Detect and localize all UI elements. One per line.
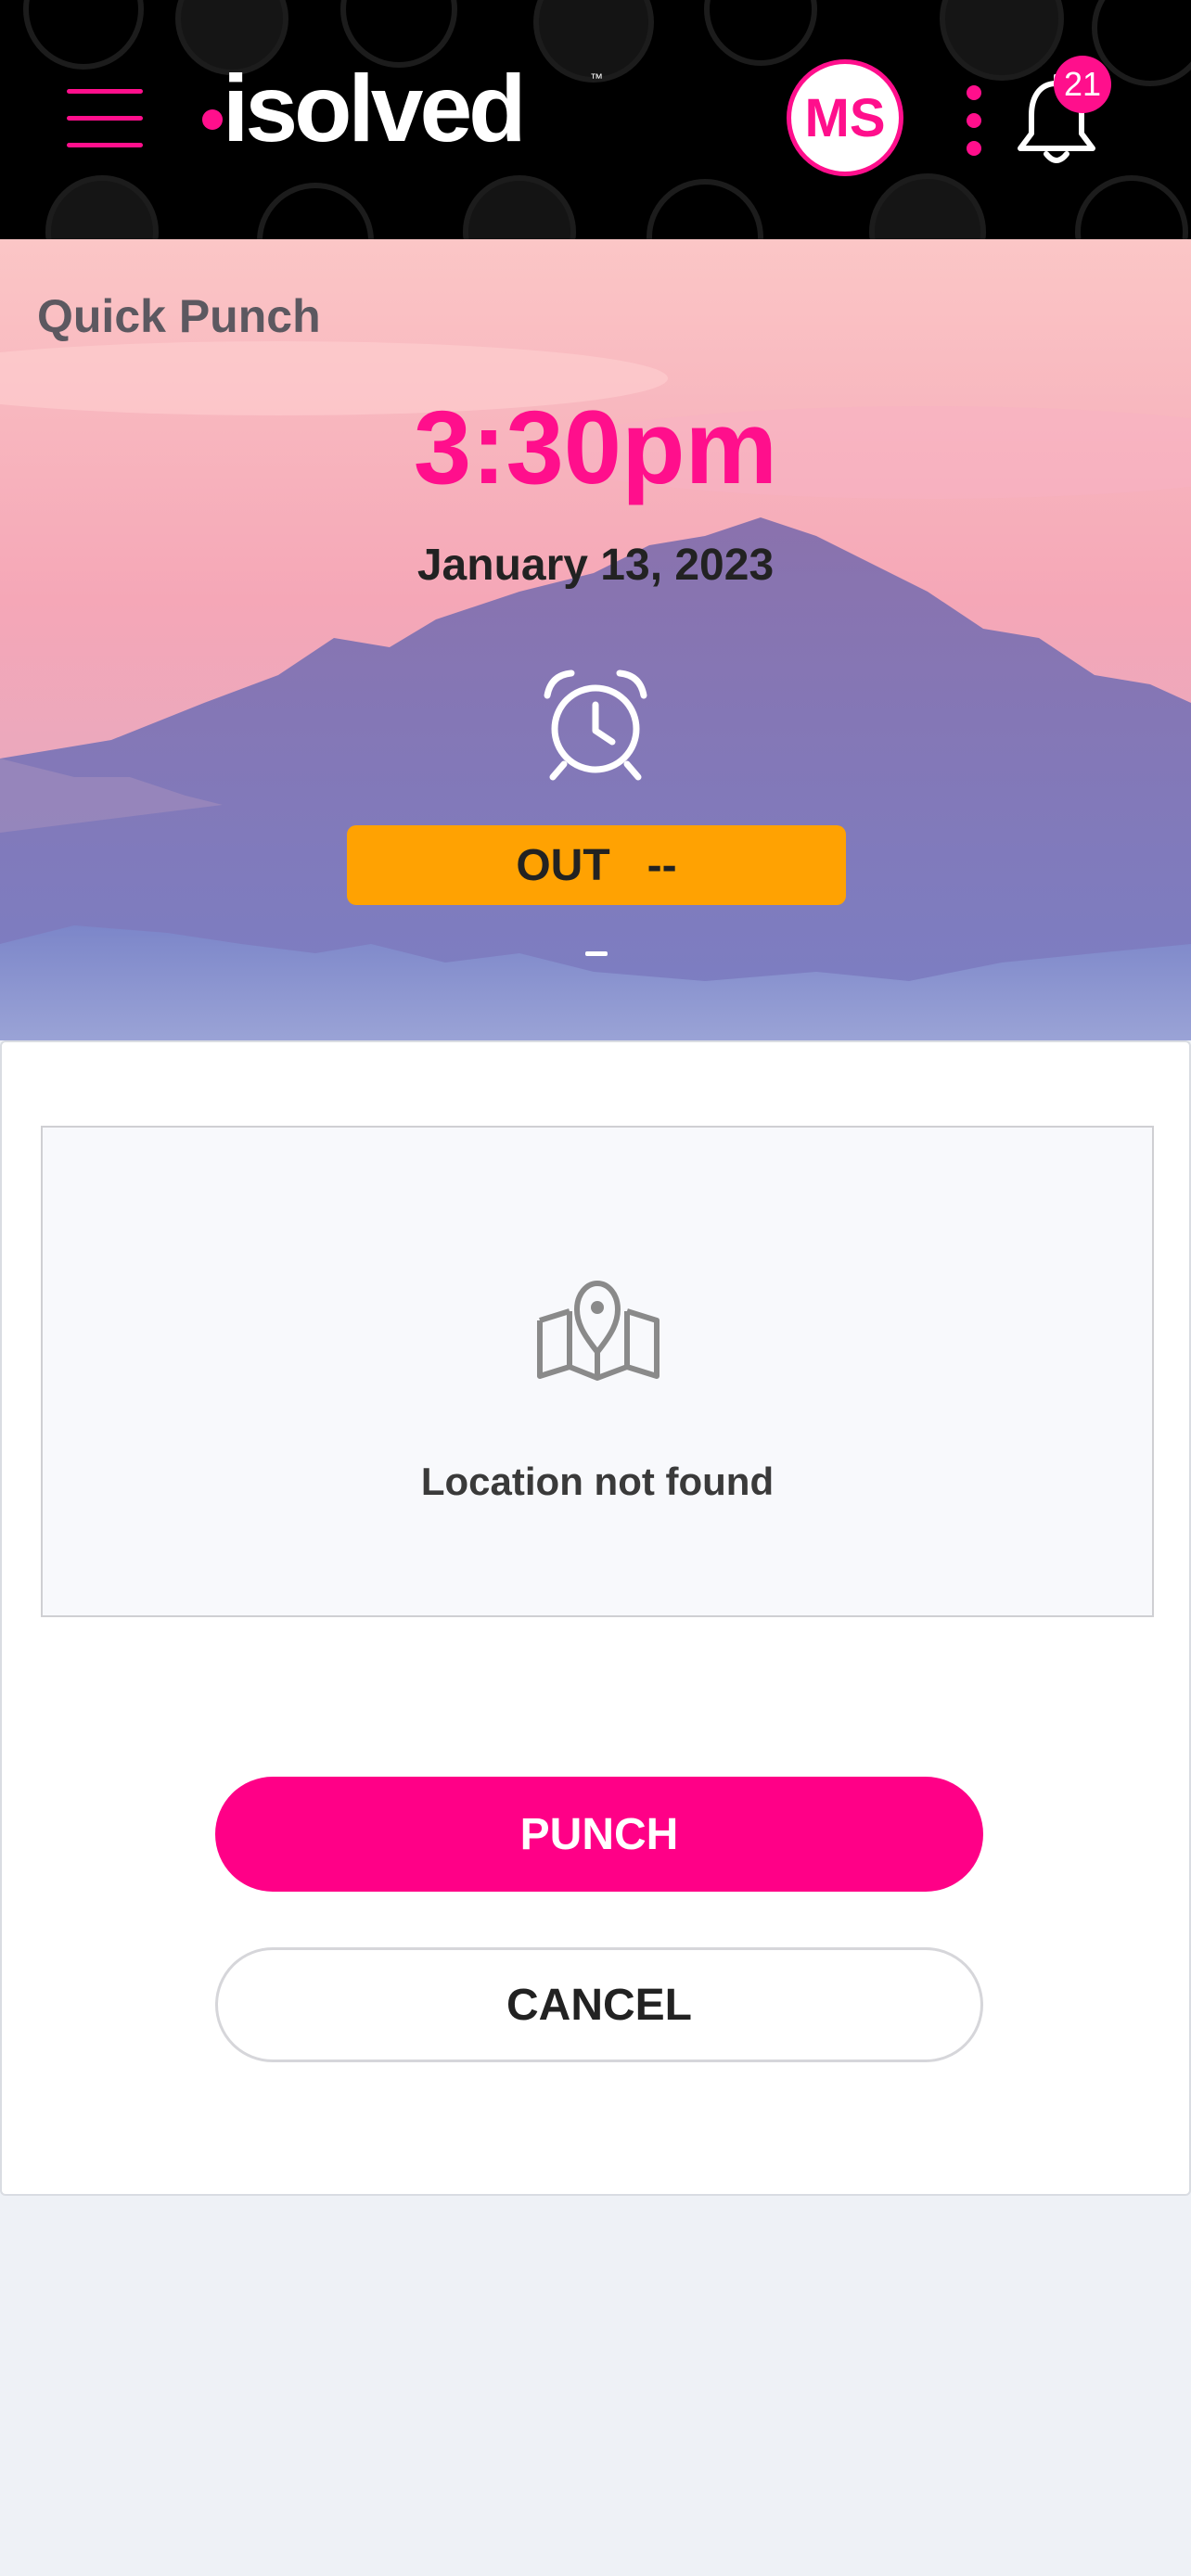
location-map-panel: Location not found: [41, 1126, 1154, 1617]
user-avatar[interactable]: MS: [787, 59, 903, 176]
punch-status-value: --: [647, 840, 677, 890]
logo-dot: [202, 109, 223, 130]
punch-status-badge: OUT --: [347, 825, 846, 905]
notification-count-badge: 21: [1054, 56, 1111, 113]
map-pin-icon: [536, 1278, 660, 1389]
page-title: Quick Punch: [37, 290, 321, 342]
punch-button[interactable]: PUNCH: [215, 1777, 983, 1892]
cancel-button[interactable]: CANCEL: [215, 1947, 983, 2062]
punch-status-label: OUT: [516, 840, 610, 890]
logo-trademark: ™: [590, 70, 603, 85]
current-date: January 13, 2023: [416, 541, 775, 590]
logo-text: isolved: [223, 56, 526, 161]
current-time: 3:30pm: [413, 389, 778, 505]
punch-card: Location not found PUNCH CANCEL: [0, 1040, 1191, 2196]
location-status-text: Location not found: [420, 1460, 775, 1503]
alarm-clock-icon: [540, 668, 651, 783]
mountain-background-image: [0, 239, 1191, 1040]
more-options-icon[interactable]: [965, 85, 985, 156]
app-header: isolved ™ MS 21: [0, 0, 1191, 239]
hamburger-menu-button[interactable]: [67, 89, 143, 148]
divider-dash: [585, 951, 608, 956]
quick-punch-hero: Quick Punch 3:30pm January 13, 2023 OUT …: [0, 239, 1191, 1040]
